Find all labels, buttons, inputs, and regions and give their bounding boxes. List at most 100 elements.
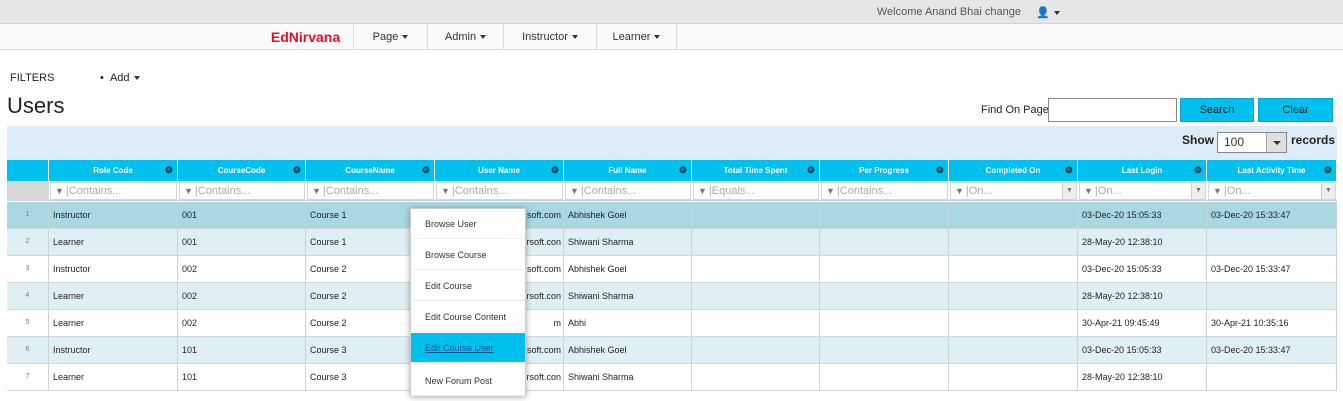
table-cell[interactable]: Abhishek Goel [564,337,692,363]
table-row[interactable]: 7 Learner 101 Course 3 rsoft.con Shiwani Shar… [7,364,1337,391]
gear-icon[interactable]: ⚙ [679,160,687,181]
column-header[interactable]: Role Code ⚙ [49,160,178,181]
table-cell[interactable]: 03-Dec-20 15:05:33 [1078,337,1207,363]
table-cell[interactable]: Instructor [49,337,178,363]
table-cell[interactable] [820,310,949,336]
table-cell[interactable] [820,364,949,390]
column-filter-input[interactable]: ▼ |Contains... [50,182,177,200]
table-cell[interactable]: Learner [49,229,178,255]
table-cell[interactable]: Shiwani Sharma [564,283,692,309]
table-cell[interactable]: 03-Dec-20 15:05:33 [1078,202,1207,228]
table-cell[interactable] [1207,229,1337,255]
table-cell[interactable]: 03-Dec-20 15:33:47 [1207,202,1337,228]
search-button[interactable]: Search [1180,98,1254,122]
table-cell[interactable] [949,283,1078,309]
clear-button[interactable]: Clear [1258,98,1333,122]
nav-instructor[interactable]: Instructor [504,24,597,50]
filter-icon[interactable]: ▼ [184,186,193,196]
find-on-page-input[interactable] [1048,98,1177,122]
table-cell[interactable]: Instructor [49,202,178,228]
table-cell[interactable]: 03-Dec-20 15:33:47 [1207,256,1337,282]
context-menu-item[interactable]: Edit Course Content [411,302,525,332]
table-row[interactable]: 6 Instructor 101 Course 3 soft.com Abhishek G… [7,337,1337,364]
table-cell[interactable] [820,283,949,309]
table-cell[interactable]: Learner [49,364,178,390]
table-cell[interactable]: 03-Dec-20 15:05:33 [1078,256,1207,282]
column-header[interactable]: CourseName ⚙ [306,160,435,181]
table-cell[interactable]: 28-May-20 12:38:10 [1078,283,1207,309]
table-cell[interactable]: Abhi [564,310,692,336]
filter-icon[interactable]: ▼ [312,186,321,196]
table-cell[interactable] [692,256,820,282]
page-size-select[interactable]: 100 [1217,132,1287,153]
brand-logo[interactable]: EdNirvana [258,24,354,50]
nav-page[interactable]: Page [354,24,428,50]
column-filter-input[interactable]: ▼ |Contains... [821,182,948,200]
filter-icon[interactable]: ▼ [955,186,964,196]
table-cell[interactable] [692,229,820,255]
table-cell[interactable]: 28-May-20 12:38:10 [1078,364,1207,390]
table-row[interactable]: 1 Instructor 001 Course 1 soft.com Abhishek G… [7,202,1337,229]
table-cell[interactable]: Shiwani Sharma [564,364,692,390]
column-filter-input[interactable]: ▼ |Contains... [436,182,563,200]
table-cell[interactable] [949,229,1078,255]
table-cell[interactable] [820,256,949,282]
column-filter-input[interactable]: ▼ |Contains... [179,182,305,200]
table-row[interactable]: 4 Learner 002 Course 2 rsoft.con Shiwani Shar… [7,283,1337,310]
table-cell[interactable]: Instructor [49,256,178,282]
table-cell[interactable] [1207,364,1337,390]
filter-icon[interactable]: ▼ [441,186,450,196]
filter-icon[interactable]: ▼ [1084,186,1093,196]
table-cell[interactable] [692,337,820,363]
chevron-down-icon[interactable]: ▼ [1321,183,1335,199]
table-cell[interactable] [820,229,949,255]
chevron-down-icon[interactable]: ▼ [1062,183,1076,199]
table-row[interactable]: 3 Instructor 002 Course 2 soft.com Abhishek G… [7,256,1337,283]
table-cell[interactable] [692,310,820,336]
table-cell[interactable] [820,337,949,363]
filter-icon[interactable]: ▼ [698,186,707,196]
user-menu[interactable]: 👤 [1036,6,1060,19]
table-cell[interactable]: Abhishek Goel [564,256,692,282]
table-row[interactable]: 5 Learner 002 Course 2 m Abhi 30-Apr-21 09:45:… [7,310,1337,337]
table-cell[interactable] [1207,283,1337,309]
table-cell[interactable]: Learner [49,310,178,336]
table-cell[interactable] [949,202,1078,228]
column-filter-input[interactable]: ▼ |Contains... [307,182,434,200]
column-header[interactable]: Completed On ⚙ [949,160,1078,181]
filter-icon[interactable]: ▼ [570,186,579,196]
filter-icon[interactable]: ▼ [55,186,64,196]
gear-icon[interactable]: ⚙ [936,160,944,181]
table-cell[interactable] [949,310,1078,336]
table-cell[interactable]: 101 [178,364,306,390]
column-header[interactable]: Full Name ⚙ [564,160,692,181]
column-filter-input[interactable]: ▼ |Equals... [693,182,819,200]
filter-icon[interactable]: ▼ [826,186,835,196]
table-cell[interactable]: 001 [178,229,306,255]
table-cell[interactable]: 002 [178,283,306,309]
gear-icon[interactable]: ⚙ [1324,160,1332,181]
gear-icon[interactable]: ⚙ [422,160,430,181]
column-filter-input[interactable]: ▼ |On... ▼ [950,182,1077,200]
context-menu-item[interactable]: Browse User [411,209,525,239]
table-cell[interactable] [820,202,949,228]
gear-icon[interactable]: ⚙ [1194,160,1202,181]
table-row[interactable]: 2 Learner 001 Course 1 rsoft.con Shiwani Shar… [7,229,1337,256]
table-cell[interactable]: 001 [178,202,306,228]
table-cell[interactable]: 002 [178,256,306,282]
table-cell[interactable]: 002 [178,310,306,336]
table-cell[interactable]: 03-Dec-20 15:33:47 [1207,337,1337,363]
table-cell[interactable]: 30-Apr-21 10:35:16 [1207,310,1337,336]
table-cell[interactable] [949,256,1078,282]
table-cell[interactable]: 30-Apr-21 09:45:49 [1078,310,1207,336]
nav-learner[interactable]: Learner [597,24,677,50]
table-cell[interactable] [692,364,820,390]
gear-icon[interactable]: ⚙ [807,160,815,181]
table-cell[interactable]: 28-May-20 12:38:10 [1078,229,1207,255]
column-header[interactable]: CourseCode ⚙ [178,160,306,181]
column-header[interactable]: User Name ⚙ [435,160,564,181]
context-menu-item[interactable]: Edit Course [411,271,525,301]
filter-icon[interactable]: ▼ [1213,186,1222,196]
context-menu-item[interactable]: Edit Course User [411,333,525,363]
table-cell[interactable]: 101 [178,337,306,363]
